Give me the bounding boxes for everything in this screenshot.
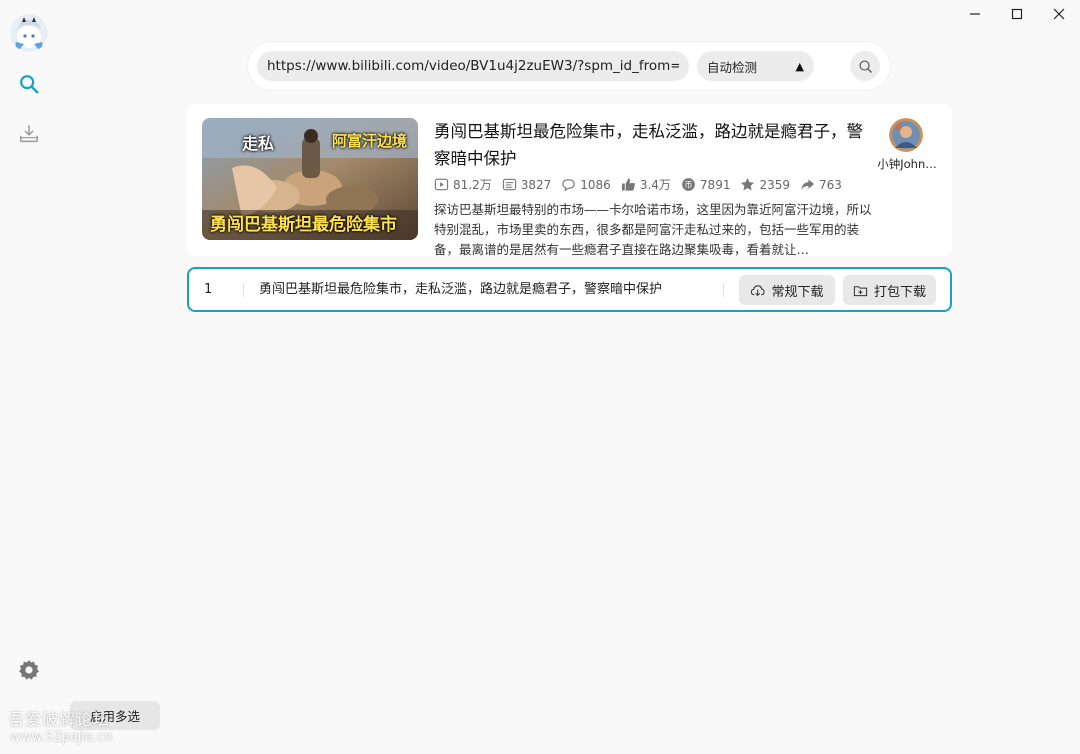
close-button[interactable]: [1038, 0, 1080, 28]
app-avatar-icon[interactable]: [10, 14, 48, 52]
settings-icon[interactable]: [17, 658, 41, 682]
stat-likes: 3.4万: [621, 176, 671, 193]
video-stats: 81.2万 3827 1086 3.4万 币 7891 2359 763: [434, 176, 852, 193]
search-bar: 自动检测 ▲: [248, 42, 890, 90]
play-icon: [434, 178, 449, 191]
thumbnail-caption: 勇闯巴基斯坦最危险集市: [210, 215, 397, 235]
svg-text:币: 币: [684, 181, 692, 190]
video-description: 探访巴基斯坦最特别的市场——卡尔哈诺市场，这里因为靠近阿富汗边境，所以特别混乱，…: [434, 202, 872, 257]
stat-favorites-value: 2359: [759, 177, 791, 192]
favorite-icon: [741, 177, 755, 191]
pack-download-label: 打包下载: [873, 284, 926, 300]
cloud-download-icon: [751, 284, 766, 296]
stat-views-value: 81.2万: [453, 178, 492, 192]
comment-icon: [562, 179, 575, 192]
normal-download-button[interactable]: 常规下载: [739, 275, 835, 305]
search-icon: [858, 59, 872, 73]
stat-comments: 1086: [561, 177, 611, 192]
package-icon: [853, 285, 868, 296]
episode-index: 1: [204, 282, 213, 297]
stat-danmaku: 3827: [502, 177, 552, 192]
download-icon[interactable]: [17, 122, 41, 146]
divider: [723, 283, 724, 297]
stat-views: 81.2万: [434, 176, 492, 193]
sidebar: [0, 0, 58, 754]
episode-row[interactable]: 1 勇闯巴基斯坦最危险集市，走私泛滥，路边就是瘾君子，警察暗中保护 常规下载 打…: [187, 267, 952, 312]
danmaku-icon: [502, 178, 516, 191]
close-icon: [1053, 8, 1065, 20]
mode-select-value: 自动检测: [707, 59, 758, 75]
search-icon[interactable]: [17, 72, 41, 96]
stat-coins: 币 7891: [681, 177, 731, 192]
pack-download-button[interactable]: 打包下载: [843, 275, 936, 305]
minimize-icon: [970, 13, 980, 15]
stat-likes-value: 3.4万: [639, 178, 671, 192]
video-info-card: 走私 阿富汗边境 勇闯巴基斯坦最危险集市 勇闯巴基斯坦最危险集市，走私泛滥，路边…: [187, 104, 952, 257]
stat-comments-value: 1086: [580, 177, 611, 192]
watermark-url: www.52pojie.cn: [10, 730, 113, 745]
normal-download-label: 常规下载: [771, 284, 824, 300]
thumbnail-tag-smuggling: 走私: [242, 134, 275, 153]
stat-danmaku-value: 3827: [520, 177, 552, 192]
stat-coins-value: 7891: [699, 177, 731, 192]
url-input[interactable]: [257, 51, 689, 81]
maximize-button[interactable]: [996, 0, 1038, 28]
video-thumbnail[interactable]: 走私 阿富汗边境 勇闯巴基斯坦最危险集市: [202, 118, 418, 240]
watermark-text: 吾爱破解论坛: [8, 710, 111, 729]
stat-favorites: 2359: [740, 177, 790, 192]
app-window: 自动检测 ▲: [0, 0, 1080, 754]
stat-shares: 763: [800, 177, 842, 192]
caret-up-icon: ▲: [795, 59, 804, 73]
stat-shares-value: 763: [819, 177, 842, 192]
thumbnail-tag-border: 阿富汗边境: [332, 132, 408, 150]
maximize-icon: [1011, 8, 1023, 20]
video-title: 勇闯巴基斯坦最危险集市，走私泛滥，路边就是瘾君子，警察暗中保护: [434, 122, 863, 168]
like-icon: [621, 178, 635, 191]
episode-title: 勇闯巴基斯坦最危险集市，走私泛滥，路边就是瘾君子，警察暗中保护: [259, 282, 663, 297]
mode-select[interactable]: 自动检测 ▲: [697, 51, 814, 81]
minimize-button[interactable]: [954, 0, 996, 28]
uploader-avatar[interactable]: [889, 118, 923, 152]
divider: [243, 283, 244, 297]
uploader-name[interactable]: 小钟John…: [871, 156, 943, 172]
search-button[interactable]: [850, 51, 880, 81]
share-icon: [801, 179, 815, 190]
coin-icon: 币: [682, 178, 695, 191]
window-controls: [954, 0, 1080, 28]
